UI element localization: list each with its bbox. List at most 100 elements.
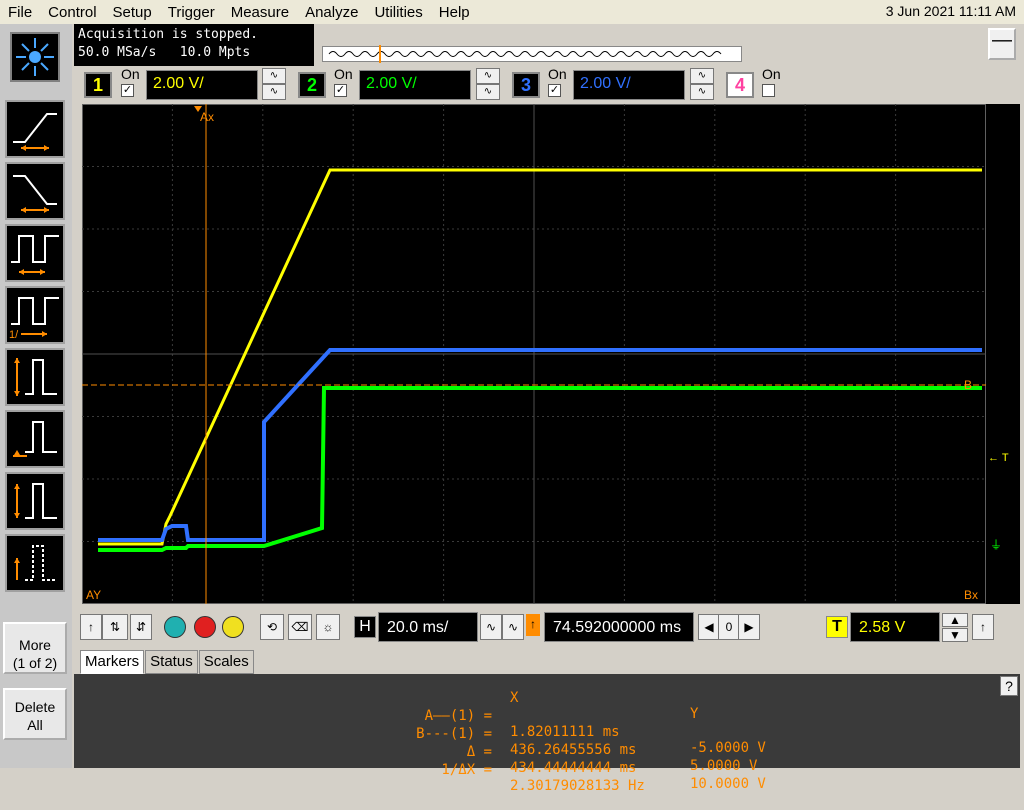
marker-ay-label: AY bbox=[86, 588, 102, 602]
horizontal-button[interactable]: H bbox=[354, 616, 376, 638]
timebase-coarse-icon[interactable]: ∿ bbox=[480, 614, 502, 640]
waveform-display[interactable]: Ax AY Bx B bbox=[82, 104, 986, 604]
clear-display-icon[interactable]: ⌫ bbox=[288, 614, 312, 640]
brightness-icon[interactable]: ☼ bbox=[316, 614, 340, 640]
rise-time-icon[interactable] bbox=[5, 100, 65, 158]
delay-left-button[interactable]: ◀ bbox=[698, 614, 720, 640]
fine-toggle-button[interactable]: ↑ bbox=[80, 614, 102, 640]
sample-rate: 50.0 MSa/s 10.0 Mpts bbox=[78, 45, 251, 60]
marker-frequency-row: 1/ΔX = 2.30179028133 Hz bbox=[74, 746, 1020, 794]
control-row: ↑ ⇅ ⇵ ⟲ ⌫ ☼ H 20.0 ms/ ∿ ∿ ↑ 74.59200000… bbox=[74, 608, 1020, 648]
menu-analyze[interactable]: Analyze bbox=[297, 4, 366, 21]
channel-2-offset-icon[interactable]: ∿ bbox=[476, 84, 500, 100]
channel-4-on-label: On bbox=[762, 66, 781, 82]
timebase-scale[interactable]: 20.0 ms/ bbox=[378, 612, 478, 642]
overview-position-marker bbox=[379, 45, 381, 63]
channel-1-scale[interactable]: 2.00 V/ bbox=[146, 70, 258, 100]
channel-2-on-label: On bbox=[334, 66, 353, 82]
datetime: 3 Jun 2021 11:11 AM bbox=[885, 3, 1016, 19]
channel-4-button[interactable]: 4 bbox=[726, 72, 754, 98]
menu-file[interactable]: File bbox=[0, 4, 40, 21]
channel-1-on-label: On bbox=[121, 66, 140, 82]
vmax-icon[interactable] bbox=[5, 410, 65, 468]
delete-all-label-1: Delete bbox=[14, 699, 56, 715]
channel-1-button[interactable]: 1 bbox=[84, 72, 112, 98]
brand-logo-icon bbox=[10, 32, 60, 82]
channel-4-on-checkbox[interactable] bbox=[762, 84, 775, 97]
more-button[interactable]: More (1 of 2) bbox=[3, 622, 67, 674]
delay-right-button[interactable]: ▶ bbox=[738, 614, 760, 640]
channel-2-button[interactable]: 2 bbox=[298, 72, 326, 98]
waveform-overview[interactable] bbox=[322, 45, 742, 63]
tab-markers[interactable]: Markers bbox=[80, 650, 145, 674]
ground-reference-marker: ⏚ bbox=[990, 538, 1003, 552]
acquisition-status: Acquisition is stopped. 50.0 MSa/s 10.0 … bbox=[74, 24, 314, 66]
trigger-fine-button[interactable]: ↑ bbox=[972, 614, 994, 640]
marker-ax-label: Ax bbox=[200, 110, 215, 124]
channel-3-coupling-icon[interactable]: ∿ bbox=[690, 68, 714, 84]
minimize-button[interactable]: — bbox=[988, 28, 1016, 60]
menu-utilities[interactable]: Utilities bbox=[366, 4, 430, 21]
channel-1-coupling-icon[interactable]: ∿ bbox=[262, 68, 286, 84]
menu-bar: File Control Setup Trigger Measure Analy… bbox=[0, 0, 1024, 24]
period-icon[interactable] bbox=[5, 224, 65, 282]
run-icon[interactable] bbox=[222, 616, 244, 638]
markers-panel: X Y A——(1) = 1.82011111 ms -5.0000 V B--… bbox=[74, 674, 1020, 794]
more-button-page: (1 of 2) bbox=[12, 655, 58, 671]
tab-status[interactable]: Status bbox=[145, 650, 198, 674]
marker-bx-label: Bx bbox=[964, 588, 979, 602]
vpp-icon[interactable] bbox=[5, 348, 65, 406]
left-panel: 1/ More (1 of 2) Delete All bbox=[0, 24, 72, 768]
delay-reference[interactable]: 0 bbox=[718, 614, 740, 640]
menu-help[interactable]: Help bbox=[431, 4, 478, 21]
more-button-label: More bbox=[19, 637, 51, 653]
average-icon[interactable] bbox=[5, 534, 65, 592]
level-marker-strip: ← T ⏚ bbox=[986, 104, 1020, 604]
channel-2-on-checkbox[interactable]: ✓ bbox=[334, 84, 347, 97]
trigger-level[interactable]: 2.58 V bbox=[850, 612, 940, 642]
trigger-level-marker: ← T bbox=[988, 452, 1009, 464]
channel-1-trace bbox=[98, 168, 982, 546]
horizontal-delay[interactable]: 74.592000000 ms bbox=[544, 612, 694, 642]
channel-2-coupling-icon[interactable]: ∿ bbox=[476, 68, 500, 84]
marker-frequency-label: 1/ΔX = bbox=[441, 762, 492, 778]
timebase-fine-icon[interactable]: ∿ bbox=[502, 614, 524, 640]
channel-3-button[interactable]: 3 bbox=[512, 72, 540, 98]
marker-delta-row: Δ = 434.44444444 ms 10.0000 V bbox=[74, 728, 1020, 792]
marker-b-row: B---(1) = 436.26455556 ms 5.0000 V bbox=[74, 710, 1020, 774]
marker-frequency-value: 2.30179028133 Hz bbox=[510, 778, 645, 794]
channel-3-on-checkbox[interactable]: ✓ bbox=[548, 84, 561, 97]
svg-text:1/: 1/ bbox=[9, 329, 19, 341]
results-tabs: Markers Status Scales bbox=[80, 650, 255, 674]
trigger-level-down-button[interactable]: ▼ bbox=[942, 628, 968, 642]
graticule-grid bbox=[82, 104, 986, 604]
autoscale-icon[interactable]: ⟲ bbox=[260, 614, 284, 640]
acquisition-state: Acquisition is stopped. bbox=[78, 27, 259, 42]
zoom-updown-button[interactable]: ⇅ bbox=[102, 614, 128, 640]
menu-setup[interactable]: Setup bbox=[105, 4, 160, 21]
channel-row: 1 On ✓ 2.00 V/ ∿ ∿ 2 On ✓ 2.00 V/ ∿ ∿ 3 … bbox=[74, 66, 1020, 102]
tab-scales[interactable]: Scales bbox=[198, 650, 254, 674]
marker-delta-y: 10.0000 V bbox=[690, 776, 766, 792]
fall-time-icon[interactable] bbox=[5, 162, 65, 220]
amplitude-icon[interactable] bbox=[5, 472, 65, 530]
channel-3-scale[interactable]: 2.00 V/ bbox=[573, 70, 685, 100]
frequency-icon[interactable]: 1/ bbox=[5, 286, 65, 344]
channel-1-offset-icon[interactable]: ∿ bbox=[262, 84, 286, 100]
menu-control[interactable]: Control bbox=[40, 4, 104, 21]
delete-all-button[interactable]: Delete All bbox=[3, 688, 67, 740]
trigger-level-up-button[interactable]: ▲ bbox=[942, 613, 968, 627]
trigger-button[interactable]: T bbox=[826, 616, 848, 638]
channel-1-on-checkbox[interactable]: ✓ bbox=[121, 84, 134, 97]
marker-by-label: B bbox=[964, 378, 973, 392]
menu-trigger[interactable]: Trigger bbox=[160, 4, 223, 21]
stop-icon[interactable] bbox=[194, 616, 216, 638]
channel-2-scale[interactable]: 2.00 V/ bbox=[359, 70, 471, 100]
help-button[interactable]: ? bbox=[1000, 676, 1018, 696]
single-run-icon[interactable] bbox=[164, 616, 186, 638]
scroll-updown-button[interactable]: ⇵ bbox=[130, 614, 152, 640]
menu-measure[interactable]: Measure bbox=[223, 4, 297, 21]
delete-all-label-2: All bbox=[27, 717, 43, 733]
channel-3-offset-icon[interactable]: ∿ bbox=[690, 84, 714, 100]
delay-marker-icon: ↑ bbox=[526, 614, 540, 636]
